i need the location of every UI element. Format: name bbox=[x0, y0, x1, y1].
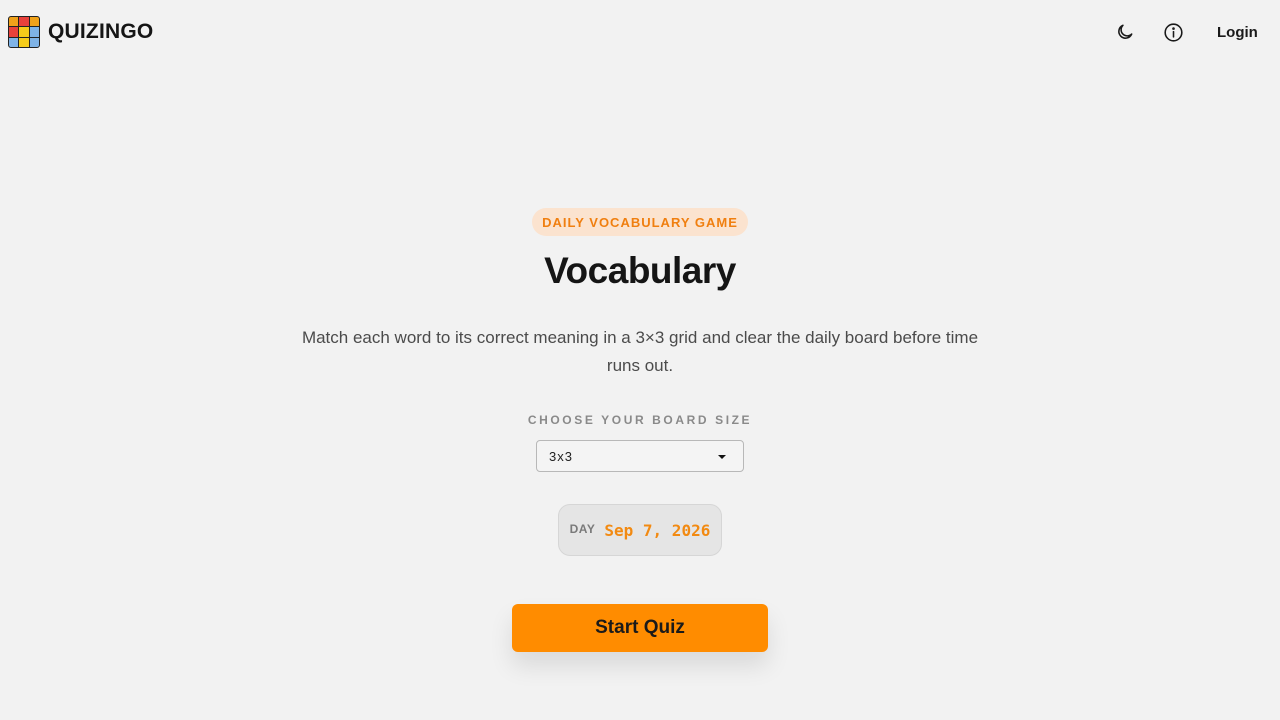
logo-cell bbox=[9, 17, 19, 27]
brand-logo[interactable]: QUIZINGO bbox=[8, 16, 153, 48]
day-value: Sep 7, 2026 bbox=[604, 520, 711, 540]
login-link[interactable]: Login bbox=[1217, 24, 1258, 41]
theme-toggle-button[interactable] bbox=[1113, 20, 1137, 44]
info-icon bbox=[1163, 22, 1183, 42]
caret-down-icon bbox=[718, 455, 726, 459]
board-size-select[interactable]: 3x3 bbox=[536, 440, 744, 472]
logo-cell bbox=[29, 27, 39, 37]
page-title: Vocabulary bbox=[544, 250, 736, 291]
logo-grid-icon bbox=[8, 16, 40, 48]
logo-cell bbox=[9, 37, 19, 47]
game-description: Match each word to its correct meaning i… bbox=[301, 328, 979, 375]
logo-cell bbox=[19, 37, 29, 47]
logo-cell bbox=[29, 37, 39, 47]
day-display: DAY Sep 7, 2026 bbox=[558, 504, 722, 556]
logo-cell bbox=[19, 27, 29, 37]
start-quiz-button[interactable]: Start Quiz bbox=[512, 604, 768, 652]
game-type-badge: DAILY VOCABULARY GAME bbox=[532, 208, 748, 236]
logo-cell bbox=[19, 17, 29, 27]
logo-cell bbox=[29, 17, 39, 27]
logo-cell bbox=[9, 27, 19, 37]
top-bar: QUIZINGO Login bbox=[0, 0, 1280, 64]
brand-name: QUIZINGO bbox=[48, 20, 154, 43]
moon-icon bbox=[1118, 24, 1133, 39]
day-label: DAY bbox=[569, 522, 596, 536]
board-size-label: CHOOSE YOUR BOARD SIZE bbox=[527, 413, 753, 427]
board-size-value: 3x3 bbox=[549, 448, 573, 464]
info-button[interactable] bbox=[1161, 20, 1185, 44]
